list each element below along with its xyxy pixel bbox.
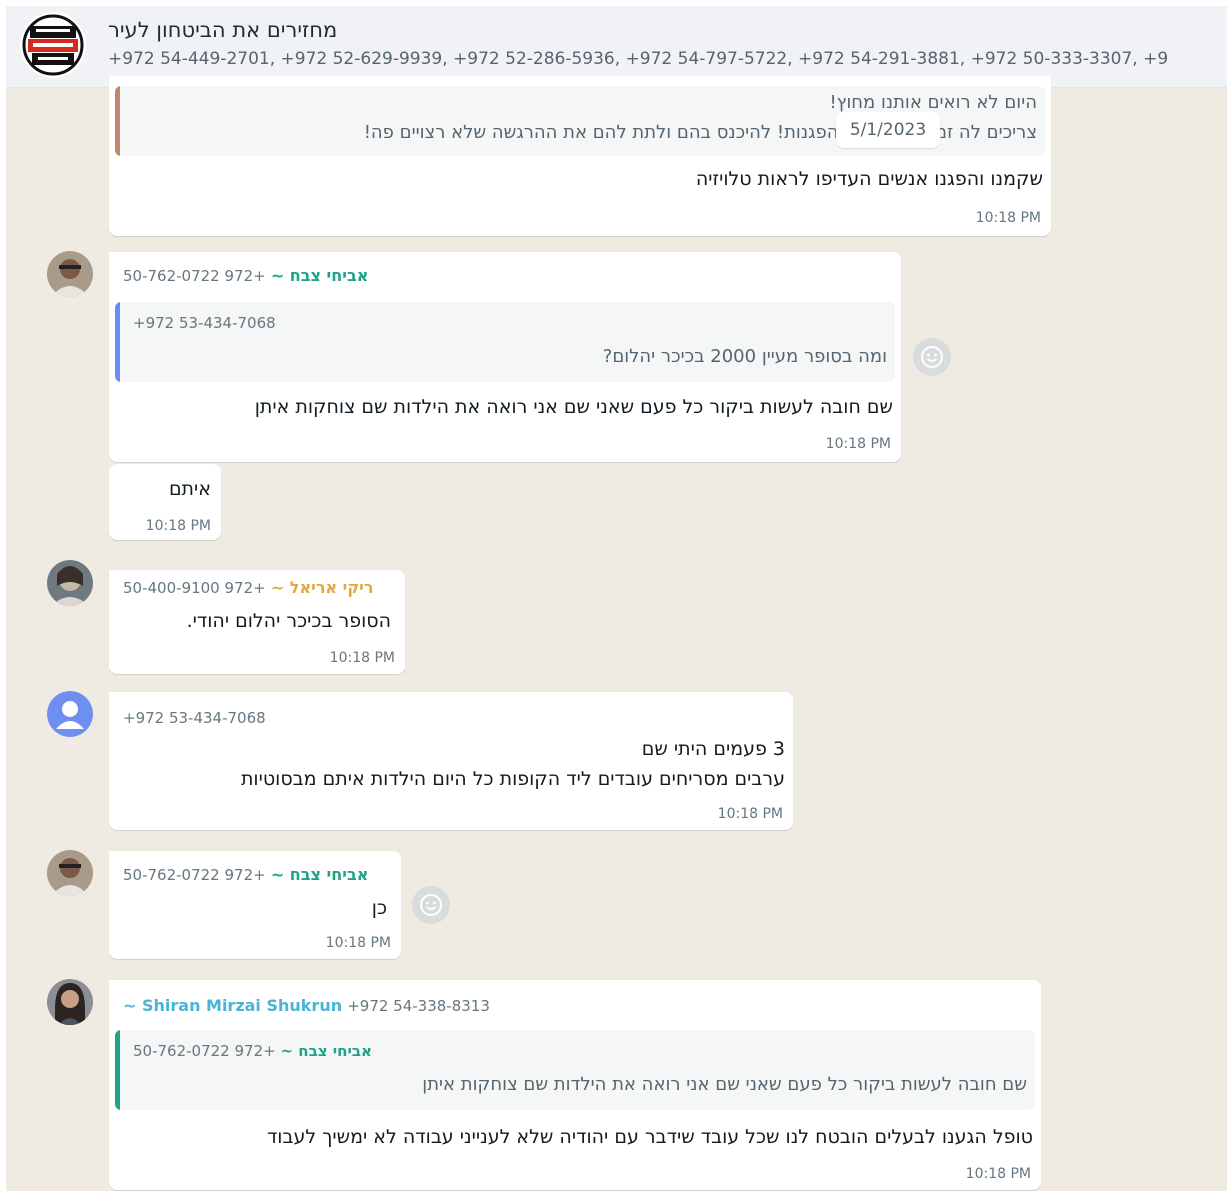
sender-name: אביחי צבח ~ [270,865,369,884]
message-time: 10:18 PM [145,518,211,534]
group-members-list[interactable]: +972 54-449-2701, +972 52-629-9939, +972… [108,49,1227,69]
date-separator: 5/1/2023 [836,112,940,148]
quote-author-name: אביחי צבח ~ [280,1042,372,1060]
message-time: 10:18 PM [825,436,891,452]
quoted-message[interactable]: אביחי צבח ~ +972 50-762-0722 שם חובה לעש… [115,1030,1035,1110]
avatar-default[interactable] [47,691,93,737]
sender-name: אביחי צבח ~ [270,266,369,285]
avatar-avichai[interactable] [47,251,93,297]
quote-text: שם חובה לעשות ביקור כל פעם שאני שם אני ר… [422,1074,1027,1095]
user-photo-icon [47,560,93,606]
user-photo-icon [47,251,93,297]
quote-text: ומה בסופר מעיין 2000 בכיכר יהלום? [602,346,887,367]
sender-phone: +972 53-434-7068 [123,709,266,727]
message-bubble[interactable]: ריקי אריאל ~ +972 50-400-9100 הסופר בכיכ… [109,570,405,674]
message-text: איתם [168,478,211,500]
sender-line[interactable]: אביחי צבח ~ +972 50-762-0722 [123,865,368,884]
quote-bar [115,1030,120,1110]
group-name[interactable]: מחזירים את הביטחון לעיר [108,18,337,42]
message-time: 10:18 PM [325,935,391,951]
quote-bar [115,86,120,156]
user-photo-icon [47,979,93,1025]
message-time: 10:18 PM [717,806,783,822]
message-text: שקמנו והפגנו אנשים העדיפו לראות טלויזיה [695,168,1043,190]
sender-phone: +972 50-400-9100 [123,579,266,597]
user-photo-icon [47,850,93,896]
message-text-line2: ערבים מסריחים עובדים ליד הקופות כל היום … [240,768,785,790]
smiley-icon [921,346,943,368]
message-text: שם חובה לעשות ביקור כל פעם שאני שם אני ר… [254,396,893,418]
message-time: 10:18 PM [975,210,1041,226]
message-text-line1: 3 פעמים היתי שם [641,738,785,760]
quote-author: +972 53-434-7068 [133,314,276,332]
react-smiley-button[interactable] [412,886,450,924]
quote-text-line1: היום לא רואים אותנו מחוץ! [829,92,1037,113]
sender-line[interactable]: ריקי אריאל ~ +972 50-400-9100 [123,578,374,597]
sender-line[interactable]: אביחי צבח ~ +972 50-762-0722 [123,266,368,285]
sender-line[interactable]: +972 53-434-7068 [123,708,266,727]
sender-phone: +972 50-762-0722 [123,267,266,285]
message-bubble[interactable]: +972 53-434-7068 3 פעמים היתי שם ערבים מ… [109,692,793,830]
smiley-icon [420,894,442,916]
react-smiley-button[interactable] [913,338,951,376]
group-avatar[interactable] [20,12,86,78]
avatar-riki[interactable] [47,560,93,606]
message-bubble[interactable]: איתם 10:18 PM [109,464,221,540]
group-logo-icon [21,13,85,77]
message-time: 10:18 PM [965,1166,1031,1182]
chat-window: מחזירים את הביטחון לעיר +972 54-449-2701… [6,6,1227,1191]
sender-line[interactable]: ~ Shiran Mirzai Shukrun +972 54-338-8313 [123,996,490,1015]
avatar-avichai[interactable] [47,850,93,896]
sender-phone: +972 50-762-0722 [123,866,266,884]
message-bubble[interactable]: אביחי צבח ~ +972 50-762-0722 +972 53-434… [109,252,901,462]
quoted-message[interactable]: +972 53-434-7068 ומה בסופר מעיין 2000 בכ… [115,302,895,382]
default-user-icon [47,691,93,737]
sender-name: ריקי אריאל ~ [270,578,374,597]
sender-phone: +972 54-338-8313 [347,997,490,1015]
message-bubble[interactable]: ~ Shiran Mirzai Shukrun +972 54-338-8313… [109,980,1041,1190]
message-bubble[interactable]: אביחי צבח ~ +972 50-762-0722 כן 10:18 PM [109,851,401,959]
sender-name: ~ Shiran Mirzai Shukrun [123,996,343,1015]
message-text: כן [371,897,387,919]
message-text: הסופר בכיכר יהלום יהודי. [186,610,391,632]
quote-author-phone: +972 50-762-0722 [133,1042,276,1060]
quote-author: אביחי צבח ~ +972 50-762-0722 [133,1042,372,1060]
avatar-shiran[interactable] [47,979,93,1025]
message-text: טופל הגענו לבעלים הובטח לנו שכל עובד שיד… [266,1126,1033,1148]
quote-bar [115,302,120,382]
message-bubble[interactable]: היום לא רואים אותנו מחוץ! צריכים לה זמים… [109,76,1051,236]
message-time: 10:18 PM [329,650,395,666]
